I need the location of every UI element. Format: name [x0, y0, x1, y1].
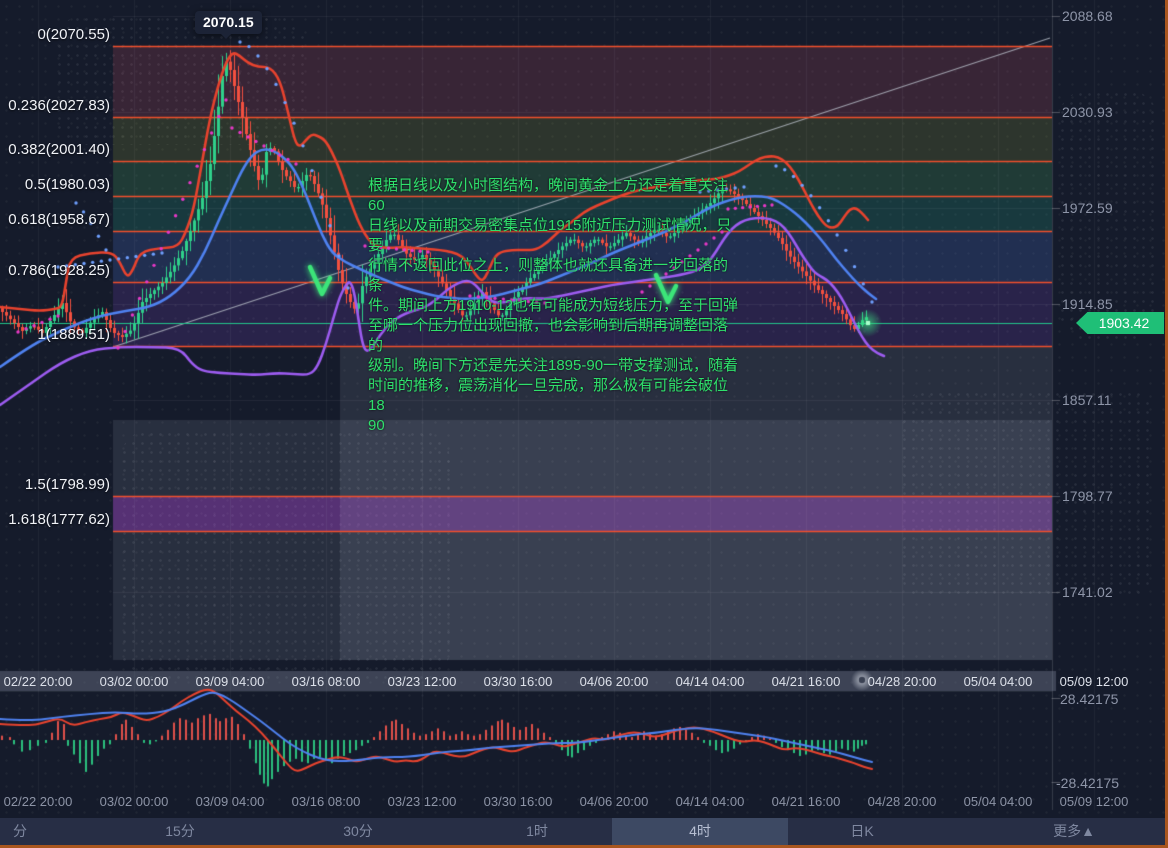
annotation-line: 至哪一个压力位出现回撤，也会影响到后期再调整回落的 [368, 316, 740, 356]
date-tick-label: 05/04 04:00 [964, 674, 1033, 689]
price-axis-label: 1914.85 [1062, 295, 1113, 313]
macd-upper-bound-label: 28.42175 [1060, 690, 1118, 708]
macd-date-tick-label: 04/21 16:00 [772, 794, 841, 809]
price-axis-label: 2088.68 [1062, 7, 1113, 25]
fib-level-label: 1.618(1777.62) [0, 510, 110, 530]
annotation-line: 行情不返回此位之上，则整体也就还具备进一步回落的条 [368, 256, 740, 296]
fib-level-label: 0(2070.55) [0, 25, 110, 45]
fib-level-label: 0.236(2027.83) [0, 96, 110, 116]
macd-date-tick-label: 04/06 20:00 [580, 794, 649, 809]
fib-labels-column: 0(2070.55) 0.236(2027.83) 0.382(2001.40) 0.… [0, 0, 112, 660]
macd-date-tick-label: 03/30 16:00 [484, 794, 553, 809]
macd-date-tick-label: 02/22 20:00 [4, 794, 73, 809]
timeframe-tab-更多▲[interactable]: 更多▲ [1053, 818, 1095, 845]
annotation-line: 时间的推移，震荡消化一旦完成，那么极有可能会破位18 [368, 376, 740, 416]
price-axis-label: 1741.02 [1062, 583, 1113, 601]
annotation-line: 90 [368, 416, 740, 436]
macd-date-tick-label: 05/04 04:00 [964, 794, 1033, 809]
macd-date-tick-label: 03/16 08:00 [292, 794, 361, 809]
price-axis-label: 1972.59 [1062, 199, 1113, 217]
macd-date-tick-label: 03/09 04:00 [196, 794, 265, 809]
macd-date-tick-label: 03/23 12:00 [388, 794, 457, 809]
date-tick-label: 05/09 12:00 [1060, 674, 1129, 689]
annotation-line: 根据日线以及小时图结构，晚间黄金上方还是着重关注60 [368, 176, 740, 216]
price-axis-label: 2030.93 [1062, 103, 1113, 121]
price-axis-label: 1857.11 [1062, 391, 1112, 409]
date-tick-label: 03/30 16:00 [484, 674, 553, 689]
trading-chart-app: 0(2070.55) 0.236(2027.83) 0.382(2001.40) 0.… [0, 0, 1168, 848]
annotation-line: 件。期间上方1910-12也有可能成为短线压力，至于回弹 [368, 296, 740, 316]
timeframe-tab-4时[interactable]: 4时 [612, 818, 788, 845]
fib-level-label: 0.382(2001.40) [0, 140, 110, 160]
timeframe-tab-15分[interactable]: 15分 [165, 818, 195, 845]
macd-lower-bound-label: -28.42175 [1056, 774, 1119, 792]
date-tick-label: 03/23 12:00 [388, 674, 457, 689]
macd-date-tick-label: 04/14 04:00 [676, 794, 745, 809]
date-tick-label: 04/14 04:00 [676, 674, 745, 689]
price-axis-label: 1798.77 [1062, 487, 1113, 505]
date-tick-label: 03/02 00:00 [100, 674, 169, 689]
annotation-line: 级别。晚间下方还是先关注1895-90一带支撑测试，随着 [368, 356, 740, 376]
date-tick-label: 04/21 16:00 [772, 674, 841, 689]
date-tick-label: 04/28 20:00 [868, 674, 937, 689]
analysis-annotation-text: 根据日线以及小时图结构，晚间黄金上方还是着重关注60日线以及前期交易密集点位19… [368, 176, 740, 436]
timeframe-tab-分[interactable]: 分 [13, 818, 27, 845]
high-price-tooltip: 2070.15 [195, 11, 262, 34]
macd-date-tick-label: 04/28 20:00 [868, 794, 937, 809]
timeframe-tab-日K[interactable]: 日K [850, 818, 873, 845]
macd-date-tick-label: 03/02 00:00 [100, 794, 169, 809]
timeframe-tab-1时[interactable]: 1时 [526, 818, 548, 845]
date-tick-label: 02/22 20:00 [4, 674, 73, 689]
timeframe-tab-30分[interactable]: 30分 [343, 818, 373, 845]
macd-date-tick-label: 05/09 12:00 [1060, 794, 1129, 809]
timeframe-toolbar: 分 15分 30分 1时 4时 日K 更多▲ [0, 818, 1168, 845]
fib-level-label: 0.618(1958.67) [0, 210, 110, 230]
date-tick-label: 04/06 20:00 [580, 674, 649, 689]
annotation-line: 日线以及前期交易密集点位1915附近压力测试情况，只要 [368, 216, 740, 256]
current-price-badge: 1903.42 [1076, 312, 1164, 334]
date-tick-label: 03/09 04:00 [196, 674, 265, 689]
date-tick-label: 03/16 08:00 [292, 674, 361, 689]
fib-level-label: 1.5(1798.99) [0, 475, 110, 495]
fib-level-label: 0.5(1980.03) [0, 175, 110, 195]
fib-level-label: 0.786(1928.25) [0, 261, 110, 281]
fib-level-label: 1(1889.51) [0, 325, 110, 345]
